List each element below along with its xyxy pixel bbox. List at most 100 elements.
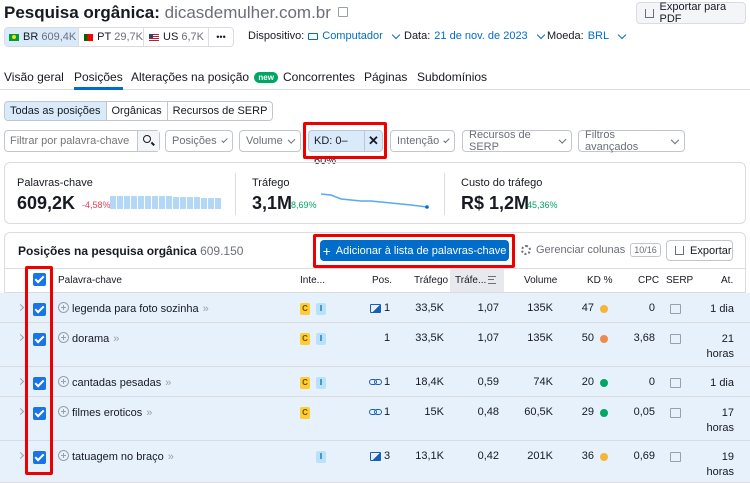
chevron-down-icon <box>443 136 450 143</box>
monitor-icon <box>308 32 319 40</box>
subtab-serp-features[interactable]: Recursos de SERP <box>168 102 273 120</box>
keyword-link[interactable]: tatuagem no braço» <box>58 450 174 463</box>
keywords-value[interactable]: 609,2K <box>17 193 75 214</box>
intent-commercial-badge: C <box>300 303 310 315</box>
position-value[interactable]: 1 <box>384 406 390 418</box>
keyword-link[interactable]: filmes eroticos» <box>58 406 152 419</box>
serp-snapshot-icon[interactable] <box>670 304 681 314</box>
traffic-value: 18,4K <box>415 376 444 388</box>
highlight-box-add <box>313 234 515 268</box>
tab-positions[interactable]: Posições <box>74 70 123 90</box>
col-position[interactable]: Pos. <box>372 275 392 286</box>
keyword-link[interactable]: legenda para foto sozinha» <box>58 302 209 315</box>
cpc-value: 3,68 <box>633 332 655 344</box>
keyword-link[interactable]: dorama» <box>58 332 119 345</box>
kd-difficulty-dot <box>600 409 608 417</box>
kd-value: 50 <box>581 332 594 344</box>
add-keyword-icon[interactable] <box>58 406 69 417</box>
search-button[interactable] <box>137 131 159 151</box>
page-title: Pesquisa orgânica: dicasdemulher.com.br <box>4 3 348 23</box>
currency-setting[interactable]: Moeda: BRL <box>547 30 627 42</box>
intent-filter[interactable]: Intenção <box>390 130 455 152</box>
metric-label: Palavras-chave <box>17 177 93 189</box>
database-selector[interactable]: BR 609,4K PT 29,7K US 6,7K ••• <box>4 27 234 47</box>
tab-overview[interactable]: Visão geral <box>4 70 64 84</box>
gear-icon <box>521 245 531 255</box>
tab-subdomains[interactable]: Subdomínios <box>417 70 487 84</box>
serp-snapshot-icon[interactable] <box>670 378 681 388</box>
updated-value: 21 horas <box>706 333 734 360</box>
position-value[interactable]: 1 <box>384 302 390 314</box>
advanced-filters[interactable]: Filtros avançados <box>578 129 685 153</box>
add-keyword-icon[interactable] <box>58 376 69 387</box>
add-keyword-icon[interactable] <box>58 332 69 343</box>
col-kd[interactable]: KD % <box>587 275 613 286</box>
table-row[interactable] <box>0 397 750 441</box>
manage-columns-button[interactable]: Gerenciar colunas 10/16 <box>521 243 661 257</box>
position-value[interactable]: 1 <box>384 376 390 388</box>
external-link-icon[interactable] <box>337 7 348 17</box>
kd-difficulty-dot <box>600 379 608 387</box>
chevron-down-icon <box>558 135 567 144</box>
db-br[interactable]: BR 609,4K <box>5 28 79 46</box>
position-value[interactable]: 1 <box>384 332 390 344</box>
image-icon <box>370 304 381 313</box>
traffic-pct-value: 1,07 <box>477 332 499 344</box>
traffic-line-sparkline <box>320 193 429 209</box>
metrics-card: Palavras-chave 609,2K -4,58% Tráfego 3,1… <box>4 162 746 224</box>
col-keyword[interactable]: Palavra-chave <box>58 275 122 286</box>
keyword-link[interactable]: cantadas pesadas» <box>58 376 171 389</box>
keyword-filter <box>4 130 160 152</box>
col-updated[interactable]: At. <box>721 275 733 286</box>
export-button[interactable]: Exportar <box>666 240 733 261</box>
serp-snapshot-icon[interactable] <box>670 334 681 344</box>
table-row[interactable] <box>0 323 750 367</box>
traffic-cost-value[interactable]: R$ 1,2M <box>461 193 529 214</box>
device-setting[interactable]: Dispositivo: Computador <box>248 30 401 42</box>
kd-value: 36 <box>581 450 594 462</box>
col-traffic-pct[interactable]: Tráfe... <box>455 275 486 286</box>
search-icon <box>143 135 151 143</box>
serp-features-filter[interactable]: Recursos de SERP <box>462 129 572 153</box>
add-keyword-icon[interactable] <box>58 450 69 461</box>
more-databases-button[interactable]: ••• <box>209 28 233 46</box>
tab-position-changes[interactable]: Alterações na posição new <box>131 70 278 84</box>
cpc-value: 0 <box>648 302 655 314</box>
metric-label: Tráfego <box>252 177 290 189</box>
db-pt[interactable]: PT 29,7K <box>79 28 144 46</box>
double-chevron-icon[interactable]: » <box>113 333 119 345</box>
updated-value: 1 dia <box>710 303 734 315</box>
subtab-all-positions[interactable]: Todas as posições <box>5 102 107 120</box>
intent-informational-badge: I <box>316 303 326 315</box>
tab-competitors[interactable]: Concorrentes <box>283 70 355 84</box>
double-chevron-icon[interactable]: » <box>146 407 152 419</box>
col-intent[interactable]: Inte... <box>300 275 325 286</box>
double-chevron-icon[interactable]: » <box>165 377 171 389</box>
serp-snapshot-icon[interactable] <box>670 408 681 418</box>
domain-name: dicasdemulher.com.br <box>164 3 331 22</box>
traffic-value: 15K <box>424 406 444 418</box>
col-traffic[interactable]: Tráfego <box>414 275 448 286</box>
keyword-filter-input[interactable] <box>5 131 137 151</box>
position-value[interactable]: 3 <box>384 450 390 462</box>
date-setting[interactable]: Data: 21 de nov. de 2023 <box>404 30 545 42</box>
col-cpc[interactable]: CPC <box>638 275 659 286</box>
portugal-flag-icon <box>84 33 94 41</box>
traffic-value[interactable]: 3,1M <box>252 193 292 214</box>
volume-filter[interactable]: Volume <box>239 130 301 152</box>
db-us[interactable]: US 6,7K <box>144 28 209 46</box>
intent-informational-badge: I <box>316 451 326 463</box>
positions-filter[interactable]: Posições <box>165 130 233 152</box>
intent-informational-badge: I <box>316 333 326 345</box>
double-chevron-icon[interactable]: » <box>168 451 174 463</box>
col-serp[interactable]: SERP <box>666 275 693 286</box>
export-pdf-button[interactable]: Exportar para PDF <box>636 1 746 25</box>
double-chevron-icon[interactable]: » <box>203 303 209 315</box>
col-volume[interactable]: Volume <box>524 275 557 286</box>
volume-value: 74K <box>533 376 553 388</box>
subtab-organic[interactable]: Orgânicas <box>107 102 168 120</box>
serp-snapshot-icon[interactable] <box>670 452 681 462</box>
add-keyword-icon[interactable] <box>58 302 69 313</box>
sort-icon[interactable] <box>488 276 496 284</box>
tab-pages[interactable]: Páginas <box>364 70 407 84</box>
